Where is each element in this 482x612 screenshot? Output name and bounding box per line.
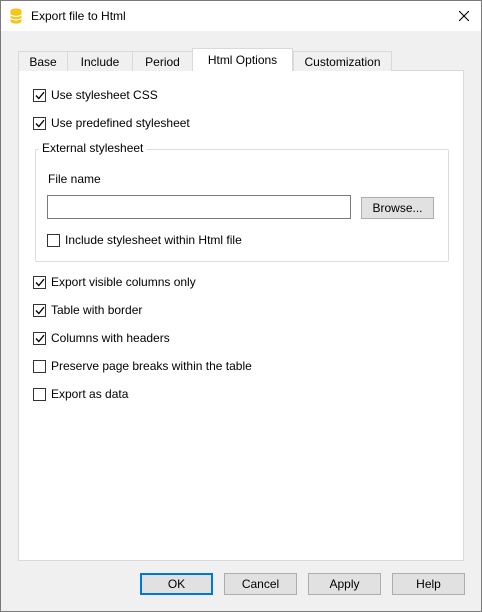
app-logo-icon [10,8,22,24]
columns-with-headers-checkbox[interactable] [33,331,46,345]
preserve-page-breaks-option[interactable]: Preserve page breaks within the table [33,358,252,374]
close-button[interactable] [447,1,481,31]
use-predefined-stylesheet-option[interactable]: Use predefined stylesheet [33,115,190,131]
include-stylesheet-label: Include stylesheet within Html file [65,233,242,247]
browse-button[interactable]: Browse... [361,197,434,219]
include-stylesheet-checkbox[interactable] [47,233,60,247]
help-button[interactable]: Help [392,573,465,595]
include-stylesheet-option[interactable]: Include stylesheet within Html file [47,232,242,248]
export-visible-columns-option[interactable]: Export visible columns only [33,274,196,290]
tab-base[interactable]: Base [18,51,68,71]
export-visible-columns-checkbox[interactable] [33,275,46,289]
preserve-page-breaks-label: Preserve page breaks within the table [51,359,252,373]
ok-button[interactable]: OK [140,573,213,595]
use-stylesheet-css-checkbox[interactable] [33,88,46,102]
columns-with-headers-label: Columns with headers [51,331,170,345]
table-with-border-label: Table with border [51,303,143,317]
table-with-border-checkbox[interactable] [33,303,46,317]
close-icon [459,11,469,21]
table-with-border-option[interactable]: Table with border [33,302,142,318]
tab-period[interactable]: Period [132,51,193,71]
checkmark-icon [35,278,45,286]
use-predefined-stylesheet-label: Use predefined stylesheet [51,116,190,130]
tab-include[interactable]: Include [67,51,133,71]
columns-with-headers-option[interactable]: Columns with headers [33,330,170,346]
preserve-page-breaks-checkbox[interactable] [33,359,46,373]
export-dialog: Export file to Html Base Include Period … [0,0,482,612]
external-stylesheet-title: External stylesheet [39,141,147,155]
tab-html-options[interactable]: Html Options [192,48,293,71]
export-as-data-checkbox[interactable] [33,387,46,401]
checkmark-icon [35,91,45,99]
use-stylesheet-css-option[interactable]: Use stylesheet CSS [33,87,158,103]
file-name-input[interactable] [47,195,351,219]
checkmark-icon [35,306,45,314]
use-predefined-stylesheet-checkbox[interactable] [33,116,46,130]
file-name-label: File name [48,172,101,186]
title-bar: Export file to Html [1,1,481,31]
export-as-data-option[interactable]: Export as data [33,386,128,402]
apply-button[interactable]: Apply [308,573,381,595]
tab-customization[interactable]: Customization [293,51,392,71]
checkmark-icon [35,119,45,127]
export-as-data-label: Export as data [51,387,129,401]
cancel-button[interactable]: Cancel [224,573,297,595]
checkmark-icon [35,334,45,342]
window-title: Export file to Html [31,9,126,23]
use-stylesheet-css-label: Use stylesheet CSS [51,88,158,102]
export-visible-columns-label: Export visible columns only [51,275,196,289]
